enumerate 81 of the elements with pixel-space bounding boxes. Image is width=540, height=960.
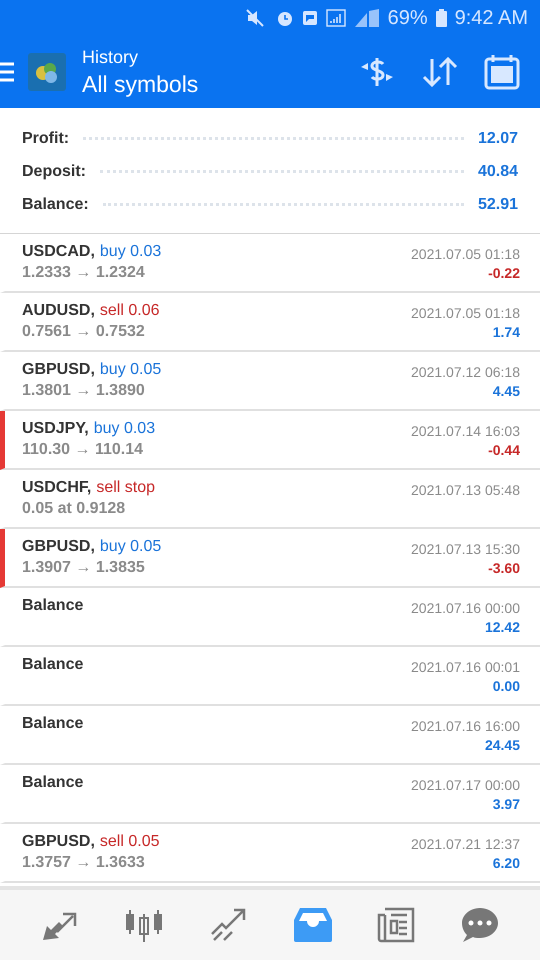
price-detail: 1.3757 → 1.3633 xyxy=(22,854,145,872)
order-type: buy 0.05 xyxy=(100,538,162,556)
signals-tab-icon[interactable] xyxy=(210,908,248,942)
deal-time: 2021.07.14 16:03 xyxy=(411,423,520,439)
order-type: sell 0.05 xyxy=(100,833,160,851)
order-type: buy 0.03 xyxy=(94,420,156,438)
symbol-name: USDCAD, xyxy=(22,243,95,261)
price-detail: 0.05 at 0.9128 xyxy=(22,500,126,518)
price-detail: 1.2333 → 1.2324 xyxy=(22,264,145,282)
deal-time: 2021.07.05 01:18 xyxy=(411,246,520,262)
history-tab-icon[interactable] xyxy=(294,908,332,942)
history-row[interactable]: Balance 2021.07.16 16:00 24.45 xyxy=(0,706,540,765)
news-tab-icon[interactable] xyxy=(377,907,416,943)
balance-label: Balance xyxy=(22,656,84,674)
alarm-icon xyxy=(276,9,294,27)
history-row[interactable]: USDCHF, sell stop 0.05 at 0.9128 2021.07.13 05:48 xyxy=(0,470,540,529)
symbol-name: AUDUSD, xyxy=(22,302,95,320)
profit-amount: -0.22 xyxy=(488,265,520,281)
deal-time: 2021.07.13 15:30 xyxy=(411,541,520,557)
history-row[interactable]: GBPUSD, sell 0.05 1.3757 → 1.3633 2021.07.21 12:37 6.20 xyxy=(0,824,540,883)
profit-amount: 3.97 xyxy=(492,796,520,812)
deal-time: 2021.07.16 16:00 xyxy=(411,718,520,734)
sort-icon[interactable] xyxy=(422,55,458,89)
symbol-name: USDCHF, xyxy=(22,479,92,497)
balance-label: Balance xyxy=(22,597,84,615)
signal-icon xyxy=(326,9,346,27)
history-row[interactable]: AUDUSD, sell 0.06 0.7561 → 0.7532 2021.07.05 01:18 1.74 xyxy=(0,293,540,352)
menu-icon[interactable] xyxy=(0,62,14,82)
history-row[interactable]: GBPUSD, buy 0.05 1.3907 → 1.3835 2021.07.13 15:30 -3.60 xyxy=(0,529,540,588)
network-icon xyxy=(354,9,380,27)
history-row[interactable]: Balance 2021.07.16 00:00 12.42 xyxy=(0,588,540,647)
order-type: sell stop xyxy=(96,479,156,497)
balance-label: Balance xyxy=(22,774,84,792)
symbol-filter[interactable]: All symbols xyxy=(82,70,358,98)
app-logo-icon xyxy=(28,53,66,91)
history-row[interactable]: USDJPY, buy 0.03 110.30 → 110.14 2021.07.14 16:03 -0.44 xyxy=(0,411,540,470)
chat-tab-icon[interactable] xyxy=(461,907,500,943)
order-type: sell 0.06 xyxy=(100,302,160,320)
summary-value: 40.84 xyxy=(478,162,518,180)
symbol-name: GBPUSD, xyxy=(22,361,95,379)
profit-amount: 24.45 xyxy=(484,737,520,753)
profit-amount: -0.44 xyxy=(488,442,520,458)
history-row[interactable]: GBPUSD, buy 0.05 1.3801 → 1.3890 2021.07.12 06:18 4.45 xyxy=(0,352,540,411)
deal-time: 2021.07.12 06:18 xyxy=(411,364,520,380)
summary-label: Profit: xyxy=(22,130,70,148)
history-row[interactable]: Balance 2021.07.16 00:01 0.00 xyxy=(0,647,540,706)
profit-amount: 6.20 xyxy=(492,855,520,871)
deal-time: 2021.07.13 05:48 xyxy=(411,482,520,498)
deal-time: 2021.07.16 00:00 xyxy=(411,600,520,616)
order-type: buy 0.05 xyxy=(100,361,162,379)
summary-value: 12.07 xyxy=(478,130,518,148)
order-type: buy 0.03 xyxy=(100,243,162,261)
summary-label: Deposit: xyxy=(22,162,86,180)
profit-amount: 12.42 xyxy=(484,619,520,635)
profit-amount: 1.74 xyxy=(492,324,520,340)
battery-percent: 69% xyxy=(388,6,428,30)
price-detail: 1.3801 → 1.3890 xyxy=(22,382,145,400)
profit-amount: 0.00 xyxy=(492,678,520,694)
deal-time: 2021.07.16 00:01 xyxy=(411,659,520,675)
profit-amount: 4.45 xyxy=(492,383,520,399)
calendar-icon[interactable] xyxy=(484,54,520,90)
summary-value: 52.91 xyxy=(478,196,518,214)
symbol-name: GBPUSD, xyxy=(22,833,95,851)
price-detail: 1.3907 → 1.3835 xyxy=(22,559,145,577)
symbol-name: GBPUSD, xyxy=(22,538,95,556)
price-detail: 0.7561 → 0.7532 xyxy=(22,323,145,341)
symbol-name: USDJPY, xyxy=(22,420,89,438)
history-row[interactable]: USDCAD, buy 0.03 1.2333 → 1.2324 2021.07.05 01:18 -0.22 xyxy=(0,234,540,293)
status-time: 9:42 AM xyxy=(454,6,528,30)
message-icon xyxy=(302,10,318,26)
summary-label: Balance: xyxy=(22,196,89,214)
profit-amount: -3.60 xyxy=(488,560,520,576)
chart-tab-icon[interactable] xyxy=(124,908,164,942)
deal-time: 2021.07.05 01:18 xyxy=(411,305,520,321)
deal-time: 2021.07.21 12:37 xyxy=(411,836,520,852)
battery-icon xyxy=(436,9,447,27)
price-detail: 110.30 → 110.14 xyxy=(22,441,143,459)
deal-time: 2021.07.17 00:00 xyxy=(411,777,520,793)
history-row[interactable]: Balance 2021.07.17 00:00 3.97 xyxy=(0,765,540,824)
balance-label: Balance xyxy=(22,715,84,733)
screen-title: History xyxy=(82,46,140,68)
